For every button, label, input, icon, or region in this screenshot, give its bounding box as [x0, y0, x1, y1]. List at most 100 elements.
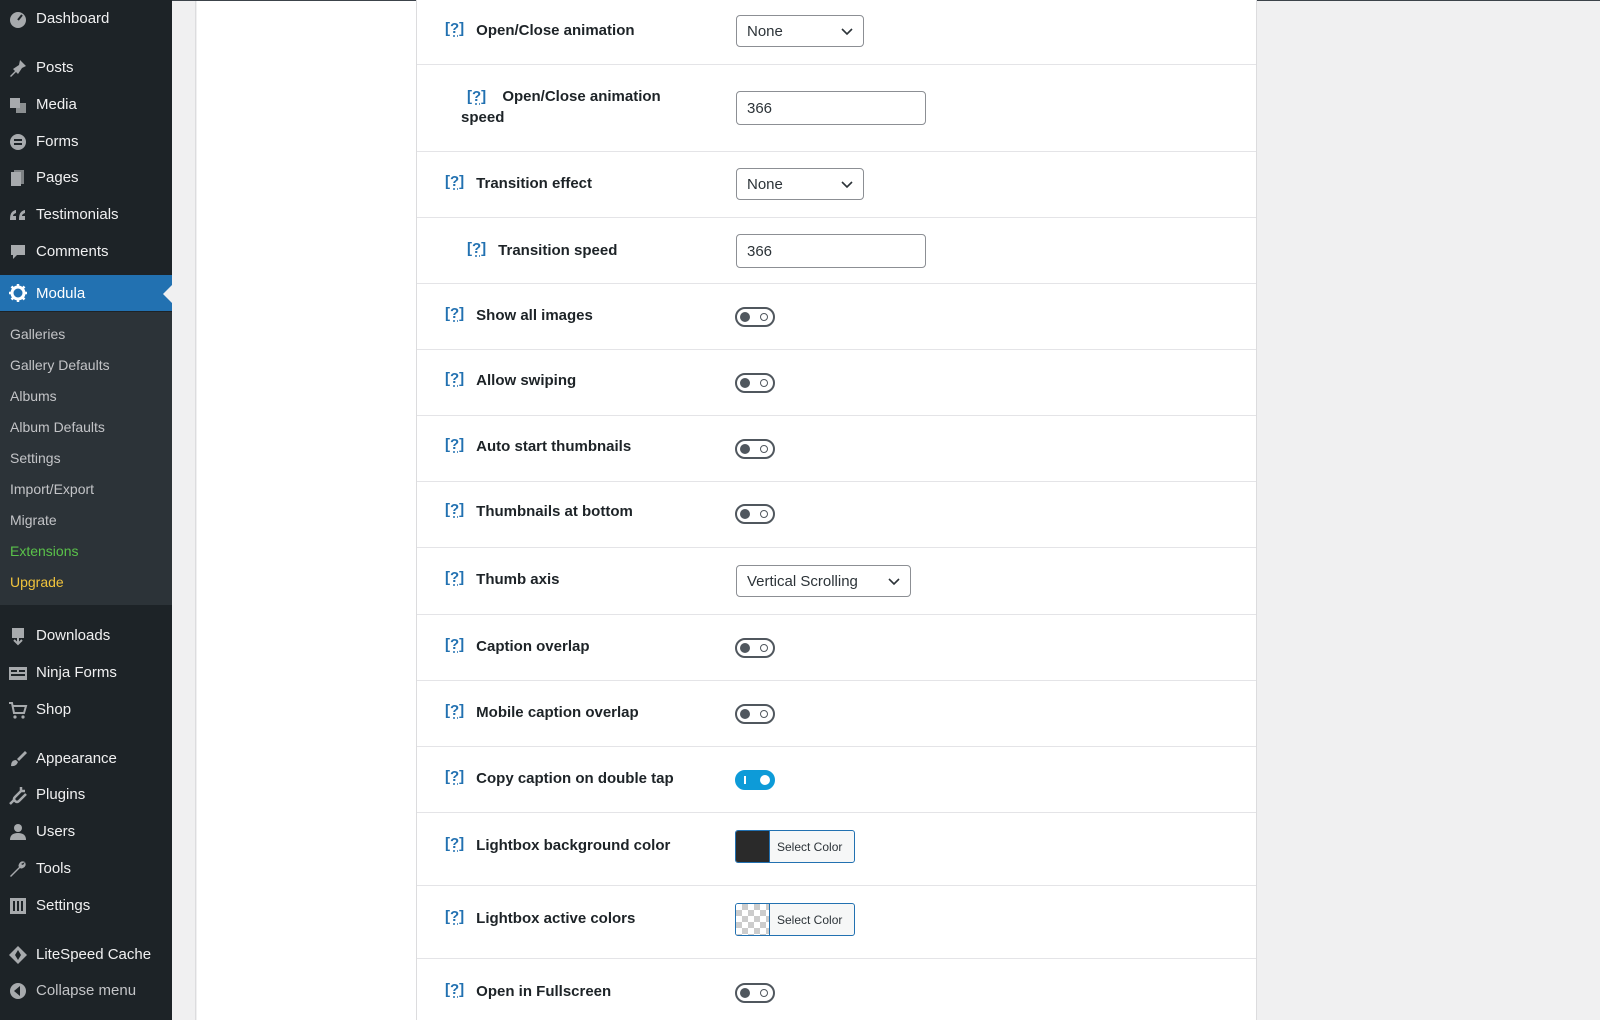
menu-plugins[interactable]: Plugins — [0, 776, 172, 813]
help-link[interactable]: [?] — [445, 702, 464, 719]
setting-show-all-images: [?] Show all images — [417, 284, 1256, 350]
mobile-caption-overlap-toggle[interactable] — [735, 704, 775, 724]
menu-label: Pages — [36, 169, 79, 186]
menu-comments[interactable]: Comments — [0, 233, 172, 270]
help-link[interactable]: [?] — [445, 305, 464, 322]
right-background — [1257, 0, 1600, 1020]
help-link[interactable]: [?] — [445, 501, 464, 518]
help-link[interactable]: [?] — [445, 436, 464, 453]
collapse-icon — [0, 981, 36, 1001]
admin-sidebar: Dashboard Posts Media Forms Pages Testim… — [0, 0, 172, 1020]
caption-overlap-toggle[interactable] — [735, 638, 775, 658]
menu-dashboard[interactable]: Dashboard — [0, 0, 172, 37]
help-link[interactable]: [?] — [445, 835, 464, 852]
copy-caption-toggle[interactable] — [735, 770, 775, 790]
setting-label: Allow swiping — [476, 372, 577, 389]
lightbox-active-colors-picker[interactable]: Select Color — [735, 903, 855, 936]
pin-icon — [0, 58, 36, 78]
menu-label: Plugins — [36, 786, 86, 803]
submenu-album-defaults[interactable]: Album Defaults — [10, 417, 105, 437]
help-link[interactable]: [?] — [445, 173, 464, 190]
setting-caption-overlap: [?] Caption overlap — [417, 615, 1256, 681]
user-icon — [0, 822, 36, 842]
auto-start-thumbnails-toggle[interactable] — [735, 439, 775, 459]
setting-label: Transition effect — [476, 175, 593, 192]
help-link[interactable]: [?] — [445, 908, 464, 925]
modula-submenu: Galleries Gallery Defaults Albums Album … — [0, 312, 172, 605]
setting-lightbox-active-colors: [?] Lightbox active colors Select Color — [417, 886, 1256, 959]
open-close-animation-select[interactable]: None — [736, 15, 864, 47]
collapse-menu-button[interactable]: Collapse menu — [0, 972, 172, 1009]
menu-litespeed-cache[interactable]: LiteSpeed Cache — [0, 936, 172, 973]
menu-label: Forms — [36, 133, 79, 150]
menu-posts[interactable]: Posts — [0, 49, 172, 86]
settings-icon — [0, 896, 36, 916]
menu-label: Settings — [36, 897, 91, 914]
ninja-forms-icon — [0, 663, 36, 683]
menu-label: Posts — [36, 59, 74, 76]
help-link[interactable]: [?] — [445, 981, 464, 998]
setting-thumb-axis: [?] Thumb axis Vertical Scrolling — [417, 548, 1256, 615]
setting-transition-speed: [?] Transition speed — [417, 218, 1256, 284]
setting-mobile-caption-overlap: [?] Mobile caption overlap — [417, 681, 1256, 747]
menu-ninja-forms[interactable]: Ninja Forms — [0, 654, 172, 691]
help-link[interactable]: [?] — [467, 240, 486, 257]
setting-open-in-fullscreen: [?] Open in Fullscreen — [417, 959, 1256, 1020]
setting-copy-caption: [?] Copy caption on double tap — [417, 747, 1256, 813]
menu-pages[interactable]: Pages — [0, 159, 172, 196]
open-close-speed-input[interactable] — [736, 91, 926, 125]
help-link[interactable]: [?] — [445, 370, 464, 387]
setting-label: Auto start thumbnails — [476, 438, 632, 455]
menu-users[interactable]: Users — [0, 813, 172, 850]
lightbox-settings-panel: [?] Open/Close animation None [?] Open/C… — [416, 0, 1257, 1020]
menu-appearance[interactable]: Appearance — [0, 740, 172, 777]
menu-label: Shop — [36, 701, 72, 718]
setting-label: Thumbnails at bottom — [476, 503, 633, 520]
thumbnails-at-bottom-toggle[interactable] — [735, 504, 775, 524]
submenu-gallery-defaults[interactable]: Gallery Defaults — [10, 355, 110, 375]
submenu-migrate[interactable]: Migrate — [10, 510, 57, 530]
help-link[interactable]: [?] — [445, 768, 464, 785]
help-link[interactable]: [?] — [445, 636, 464, 653]
setting-thumbnails-at-bottom: [?] Thumbnails at bottom — [417, 482, 1256, 548]
help-link[interactable]: [?] — [445, 20, 464, 37]
menu-media[interactable]: Media — [0, 86, 172, 123]
menu-label: LiteSpeed Cache — [36, 946, 152, 963]
show-all-images-toggle[interactable] — [735, 307, 775, 327]
help-link[interactable]: [?] — [467, 88, 486, 105]
menu-label: Downloads — [36, 627, 111, 644]
thumb-axis-select[interactable]: Vertical Scrolling — [736, 565, 911, 597]
submenu-extensions[interactable]: Extensions — [10, 541, 78, 561]
menu-label: Modula — [36, 284, 86, 302]
submenu-upgrade[interactable]: Upgrade — [10, 572, 64, 592]
select-value: None — [747, 175, 783, 193]
menu-forms[interactable]: Forms — [0, 123, 172, 160]
allow-swiping-toggle[interactable] — [735, 373, 775, 393]
dashboard-icon — [0, 9, 36, 29]
menu-downloads[interactable]: Downloads — [0, 617, 172, 654]
menu-shop[interactable]: Shop — [0, 691, 172, 728]
submenu-galleries[interactable]: Galleries — [10, 324, 65, 344]
help-link[interactable]: [?] — [445, 569, 464, 586]
transition-speed-input[interactable] — [736, 234, 926, 268]
active-indicator — [163, 285, 172, 303]
transition-effect-select[interactable]: None — [736, 168, 864, 200]
submenu-albums[interactable]: Albums — [10, 386, 57, 406]
menu-tools[interactable]: Tools — [0, 850, 172, 887]
brush-icon — [0, 749, 36, 769]
menu-testimonials[interactable]: Testimonials — [0, 196, 172, 233]
menu-settings[interactable]: Settings — [0, 887, 172, 924]
setting-allow-swiping: [?] Allow swiping — [417, 350, 1256, 416]
submenu-settings[interactable]: Settings — [10, 448, 61, 468]
menu-label: Media — [36, 96, 77, 113]
menu-modula[interactable]: Modula — [0, 275, 172, 311]
lightbox-background-color-picker[interactable]: Select Color — [735, 830, 855, 863]
setting-label: Show all images — [476, 307, 593, 324]
color-swatch — [736, 831, 770, 862]
open-in-fullscreen-toggle[interactable] — [735, 983, 775, 1003]
chevron-down-icon — [841, 28, 853, 36]
submenu-import-export[interactable]: Import/Export — [10, 479, 94, 499]
menu-label: Testimonials — [36, 206, 119, 223]
setting-label: Thumb axis — [476, 571, 560, 588]
setting-label: Copy caption on double tap — [476, 770, 674, 787]
